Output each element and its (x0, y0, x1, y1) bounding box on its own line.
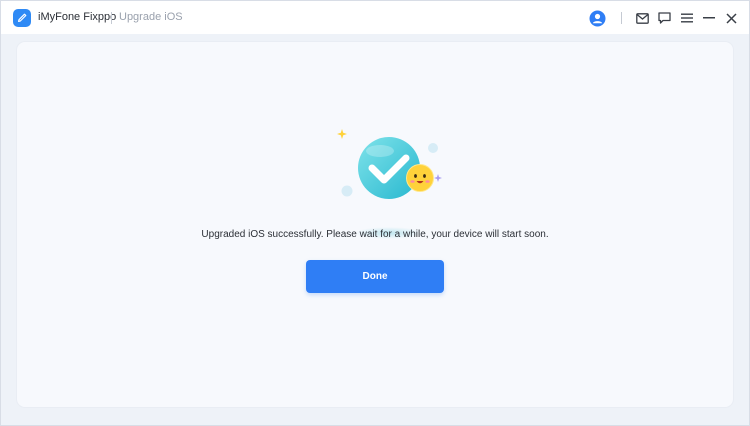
title-divider (111, 12, 112, 24)
feedback-icon[interactable] (655, 9, 673, 27)
titlebar-divider (621, 12, 622, 24)
done-button[interactable]: Done (306, 260, 444, 293)
user-account-icon[interactable] (588, 9, 606, 27)
main-panel: Upgraded iOS successfully. Please wait f… (17, 42, 733, 407)
close-icon[interactable] (722, 9, 740, 27)
app-window: iMyFone Fixppo Upgrade iOS Upgraded iOS … (0, 0, 750, 426)
app-logo-icon (13, 9, 31, 27)
menu-icon[interactable] (678, 9, 696, 27)
minimize-icon[interactable] (700, 9, 718, 27)
page-title: Upgrade iOS (119, 11, 183, 23)
app-name: iMyFone Fixppo (38, 11, 117, 23)
mail-icon[interactable] (633, 9, 651, 27)
title-bar: iMyFone Fixppo Upgrade iOS (1, 1, 749, 34)
status-message: Upgraded iOS successfully. Please wait f… (201, 229, 549, 240)
